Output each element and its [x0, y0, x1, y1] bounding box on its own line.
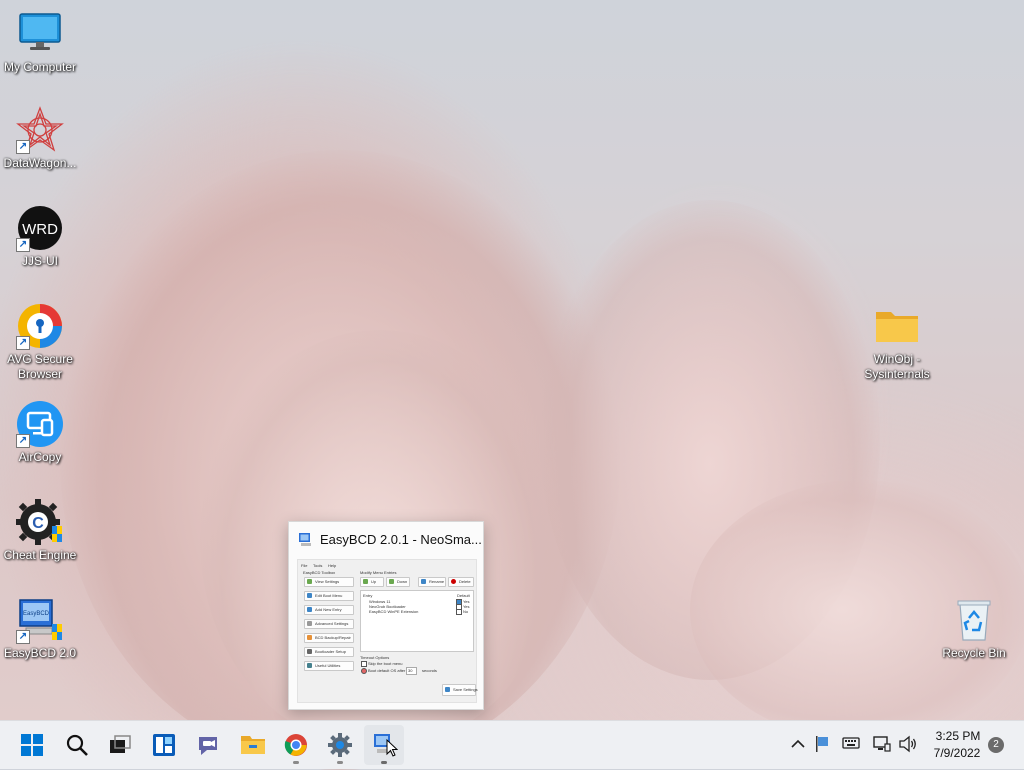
shortcut-arrow-icon: ↗ [16, 630, 30, 644]
shortcut-arrow-icon: ↗ [16, 434, 30, 448]
preview-default-checkbox [456, 609, 462, 615]
easybcd-icon [298, 532, 314, 548]
desktop-icon-label: Cheat Engine [3, 548, 77, 562]
preview-timeout-radio [361, 661, 367, 667]
thumbnail-title: EasyBCD 2.0.1 - NeoSma... [320, 532, 482, 547]
preview-rename-button: Rename [418, 577, 446, 587]
svg-text:C: C [32, 515, 44, 532]
folder-icon [240, 734, 266, 759]
preview-timeout-unit: seconds [422, 668, 437, 673]
shortcut-arrow-icon: ↗ [16, 140, 30, 154]
taskbar: 3:25 PM 7/9/2022 2 [0, 720, 1024, 769]
desktop-icon-jjs-ui[interactable]: WRD ↗ JJS-UI [0, 204, 80, 269]
preview-menu-file: File [301, 563, 308, 568]
folder-icon [873, 302, 921, 350]
preview-save-settings-button: Save Settings [442, 684, 478, 696]
easybcd-taskbar-button[interactable] [364, 725, 404, 765]
desktop-icon-easybcd[interactable]: EasyBCD ↗ EasyBCD 2.0 [0, 596, 80, 661]
preview-add-new-entry-button: Add New Entry [304, 605, 354, 615]
clock-time[interactable]: 3:25 PM [930, 729, 986, 743]
preview-bcd-backup-button: BCD Backup/Repair [304, 633, 354, 643]
preview-useful-utilities-button: Useful Utilities [304, 661, 354, 671]
thumbnail-window-preview: File Tools Help EasyBCD Toolbox View Set… [297, 559, 478, 703]
preview-timeout-heading: Timeout Options [360, 655, 390, 660]
desktop-icon-cheat-engine[interactable]: C Cheat Engine [0, 498, 80, 563]
preview-entry-header: Entry [363, 593, 373, 598]
keyboard-icon[interactable] [842, 736, 860, 753]
network-icon[interactable] [873, 735, 891, 756]
preview-advanced-settings-button: Advanced Settings [304, 619, 354, 629]
preview-view-settings-button: View Settings [304, 577, 354, 587]
preview-entry-item: EasyBCD WinPE Extension [369, 609, 419, 614]
desktop-icon-label: EasyBCD 2.0 [3, 646, 77, 660]
teams-chat-icon [196, 733, 220, 760]
preview-timeout-option: Skip the boot menu [368, 661, 403, 666]
flag-icon[interactable] [815, 735, 829, 756]
chrome-button[interactable] [276, 725, 316, 765]
preview-edit-boot-menu-button: Edit Boot Menu [304, 591, 354, 601]
desktop-icon-label: DataWagon... [3, 156, 77, 170]
preview-timeout-radio [361, 668, 367, 674]
desktop-icon-datawagon[interactable]: ↗ DataWagon... [0, 106, 80, 171]
desktop-icon-label: Recycle Bin [942, 646, 1006, 660]
running-indicator [293, 761, 299, 764]
aircopy-icon: ↗ [16, 400, 64, 448]
easybcd-icon: EasyBCD ↗ [16, 596, 64, 644]
widgets-button[interactable] [144, 725, 184, 765]
preview-toolbox-heading: EasyBCD Toolbox [303, 570, 336, 575]
desktop-icon-recycle-bin[interactable]: Recycle Bin [934, 596, 1014, 661]
desktop-icon-label: JJS-UI [22, 254, 58, 268]
task-view-button[interactable] [100, 725, 140, 765]
chevron-up-icon[interactable] [790, 737, 806, 754]
windows-logo-icon [21, 734, 43, 759]
running-indicator [337, 761, 343, 764]
preview-delete-button: Delete [448, 577, 474, 587]
start-button[interactable] [12, 725, 52, 765]
svg-text:EasyBCD: EasyBCD [23, 611, 50, 617]
clock-date[interactable]: 7/9/2022 [928, 746, 986, 760]
svg-text:WRD: WRD [22, 221, 58, 238]
preview-bootloader-setup-button: Bootloader Setup [304, 647, 354, 657]
preview-entry-list: Entry Default Windows 11 NeoGrub Bootloa… [360, 590, 474, 652]
easybcd-thumbnail-preview[interactable]: EasyBCD 2.0.1 - NeoSma... File Tools Hel… [288, 521, 484, 710]
preview-down-button: Down [386, 577, 410, 587]
avg-browser-icon: ↗ [16, 302, 64, 350]
task-view-icon [109, 735, 131, 758]
preview-modify-heading: Modify Menu Entries [360, 570, 397, 575]
running-indicator [381, 761, 387, 764]
preview-timeout-field: 30 [406, 667, 417, 675]
preview-default-value: No [463, 609, 469, 614]
preview-timeout-option: Boot default OS after [368, 668, 406, 673]
widgets-icon [152, 733, 176, 760]
preview-menu-tools: Tools [313, 563, 323, 568]
desktop-icon-aircopy[interactable]: ↗ AirCopy [0, 400, 80, 465]
settings-button[interactable] [320, 725, 360, 765]
monitor-icon [16, 10, 64, 58]
desktop-icon-label: WinObj - Sysinternals [864, 352, 930, 381]
desktop-icon-label: AirCopy [18, 450, 62, 464]
gear-icon [328, 733, 352, 760]
speaker-icon[interactable] [898, 735, 918, 756]
shortcut-arrow-icon: ↗ [16, 336, 30, 350]
wrd-circle-icon: WRD ↗ [16, 204, 64, 252]
shortcut-arrow-icon: ↗ [16, 238, 30, 252]
search-icon [65, 733, 89, 760]
star-burst-icon: ↗ [16, 106, 64, 154]
cheat-engine-icon: C [16, 498, 64, 546]
desktop-icon-my-computer[interactable]: My Computer [0, 10, 80, 75]
desktop-icon-winobj[interactable]: WinObj - Sysinternals [857, 302, 937, 382]
mouse-cursor-icon [386, 738, 399, 760]
desktop-icon-label: My Computer [3, 60, 77, 74]
preview-menu-help: Help [328, 563, 337, 568]
preview-up-button: Up [360, 577, 384, 587]
chrome-icon [284, 733, 308, 760]
recycle-bin-icon [950, 596, 998, 644]
teams-chat-button[interactable] [188, 725, 228, 765]
search-button[interactable] [56, 725, 96, 765]
desktop-icon-avg-secure-browser[interactable]: ↗ AVG Secure Browser [0, 302, 80, 382]
desktop-icon-label: AVG Secure Browser [7, 352, 73, 381]
file-explorer-button[interactable] [232, 725, 272, 765]
preview-default-header: Default [457, 593, 470, 598]
notification-badge[interactable]: 2 [988, 737, 1004, 753]
